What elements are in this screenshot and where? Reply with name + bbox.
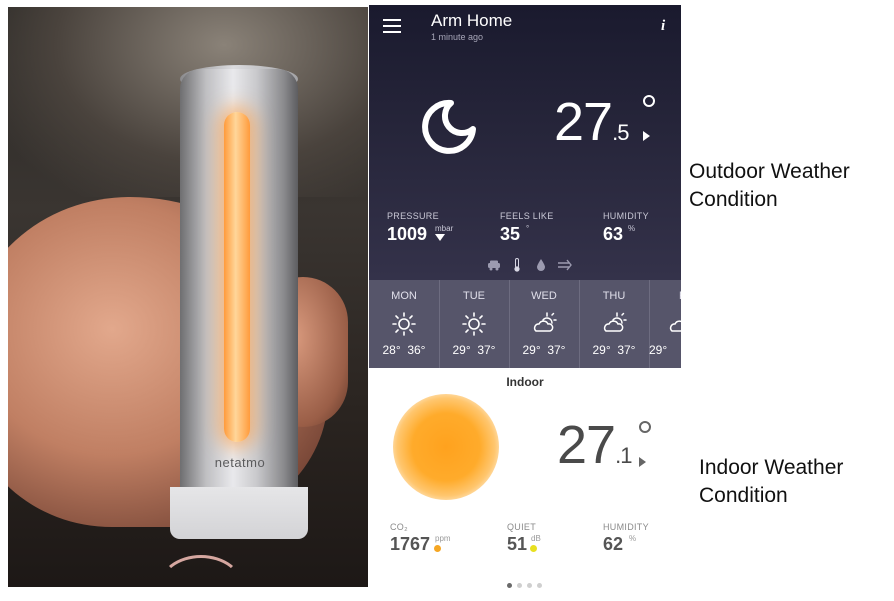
indoor-humidity-value: 62: [603, 534, 624, 554]
page-dot[interactable]: [537, 583, 542, 588]
menu-icon[interactable]: [383, 19, 401, 33]
device-light-bar: [224, 112, 250, 442]
feels-like-value: 35: [500, 224, 521, 244]
outdoor-humidity-unit: %: [628, 224, 636, 233]
quiet-label: QUIET: [507, 522, 537, 532]
forecast-high: 37°: [617, 343, 636, 357]
outdoor-trend-icon[interactable]: [643, 131, 650, 141]
forecast-day[interactable]: MON 28° 36°: [369, 280, 440, 368]
co2-value: 1767: [390, 534, 431, 554]
forecast-day-name: MON: [391, 290, 417, 302]
forecast-low: 29°: [592, 343, 611, 357]
indoor-humidity-label: HUMIDITY: [603, 522, 649, 532]
indoor-caption-line1: Indoor Weather: [699, 456, 844, 479]
indoor-temperature: 27.1: [557, 414, 632, 476]
outdoor-panel: Arm Home 1 minute ago i 27.5 PRESSURE 10…: [369, 5, 681, 280]
indoor-comfort-icon: [393, 394, 499, 500]
forecast-temps: 29° 37°: [509, 343, 579, 357]
indoor-humidity-unit: %: [629, 534, 637, 543]
sun-icon: [392, 312, 416, 336]
forecast-temps: 29°: [649, 343, 679, 357]
forecast-high: 37°: [477, 343, 496, 357]
outdoor-degree-icon: [643, 95, 655, 107]
indoor-trend-icon[interactable]: [639, 457, 646, 467]
pressure-value: 1009: [387, 224, 428, 244]
outdoor-caption: Outdoor Weather Condition: [689, 158, 850, 214]
moon-icon: [422, 99, 476, 154]
page-dot[interactable]: [507, 583, 512, 588]
last-updated: 1 minute ago: [431, 32, 484, 42]
noise-status-dot: [530, 545, 537, 552]
outdoor-temp-int: 27: [554, 92, 613, 152]
drop-icon[interactable]: [536, 258, 546, 272]
outdoor-humidity-label: HUMIDITY: [603, 211, 649, 221]
forecast-day[interactable]: TUE 29° 37°: [439, 280, 510, 368]
forecast-low: 29°: [452, 343, 471, 357]
page-indicator[interactable]: [507, 575, 547, 592]
forecast-day[interactable]: THU 29° 37°: [579, 280, 650, 368]
outdoor-temperature: 27.5: [554, 91, 629, 153]
weather-app: Arm Home 1 minute ago i 27.5 PRESSURE 10…: [369, 5, 681, 592]
pressure-trend-icon: [435, 234, 445, 241]
station-title: Arm Home: [431, 11, 513, 30]
info-icon[interactable]: i: [661, 18, 665, 35]
device-photo: netatmo: [8, 7, 368, 587]
indoor-panel: Indoor 27.1 CO₂ 1767 ppm QUIET 51 dB HUM…: [369, 368, 681, 592]
forecast-high: 36°: [407, 343, 426, 357]
forecast-temps: 29° 37°: [439, 343, 509, 357]
outdoor-caption-line1: Outdoor Weather: [689, 160, 850, 183]
indoor-caption: Indoor Weather Condition: [699, 454, 843, 510]
page-dot[interactable]: [527, 583, 532, 588]
outdoor-temp-dec: .5: [612, 120, 629, 145]
sun-icon: [462, 312, 486, 336]
device-cable: [158, 555, 244, 587]
forecast-day[interactable]: WED 29° 37°: [509, 280, 580, 368]
forecast-high: 37°: [547, 343, 566, 357]
thermometer-icon[interactable]: [512, 258, 522, 272]
indoor-temp-int: 27: [557, 415, 616, 475]
feels-like-label: FEELS LIKE: [500, 211, 554, 221]
indoor-title: Indoor: [506, 375, 544, 389]
co2-status-dot: [434, 545, 441, 552]
co2-unit: ppm: [435, 534, 451, 543]
forecast-day-name: TUE: [463, 290, 485, 302]
indoor-temp-dec: .1: [615, 443, 632, 468]
feels-like-unit: °: [526, 224, 530, 233]
car-icon[interactable]: [487, 258, 501, 272]
forecast-temps: 28° 36°: [369, 343, 439, 357]
co2-label: CO₂: [390, 522, 408, 532]
indoor-caption-line2: Condition: [699, 484, 788, 507]
pressure-label: PRESSURE: [387, 211, 439, 221]
device-base: [170, 487, 308, 539]
forecast-low: 28°: [382, 343, 401, 357]
outdoor-caption-line2: Condition: [689, 188, 778, 211]
forecast-strip[interactable]: MON 28° 36° TUE 29° 37° WED 29° 37° THU …: [369, 280, 681, 368]
forecast-temps: 29° 37°: [579, 343, 649, 357]
partly-cloudy-icon: [603, 312, 627, 332]
outdoor-humidity-value: 63: [603, 224, 624, 244]
pressure-unit: mbar: [435, 224, 454, 233]
forecast-low: 29°: [522, 343, 541, 357]
forecast-low: 29°: [649, 343, 668, 357]
indoor-degree-icon: [639, 421, 651, 433]
forecast-day-name: F: [679, 290, 681, 302]
wind-icon[interactable]: [557, 258, 573, 272]
partly-cloudy-icon: [669, 320, 681, 332]
partly-cloudy-icon: [533, 312, 557, 332]
quiet-unit: dB: [531, 534, 541, 543]
quiet-value: 51: [507, 534, 528, 554]
forecast-day[interactable]: F 29°: [649, 280, 681, 368]
forecast-day-name: THU: [602, 290, 626, 302]
forecast-day-name: WED: [531, 290, 557, 302]
page-dot[interactable]: [517, 583, 522, 588]
device-brand-logo: netatmo: [214, 455, 266, 470]
